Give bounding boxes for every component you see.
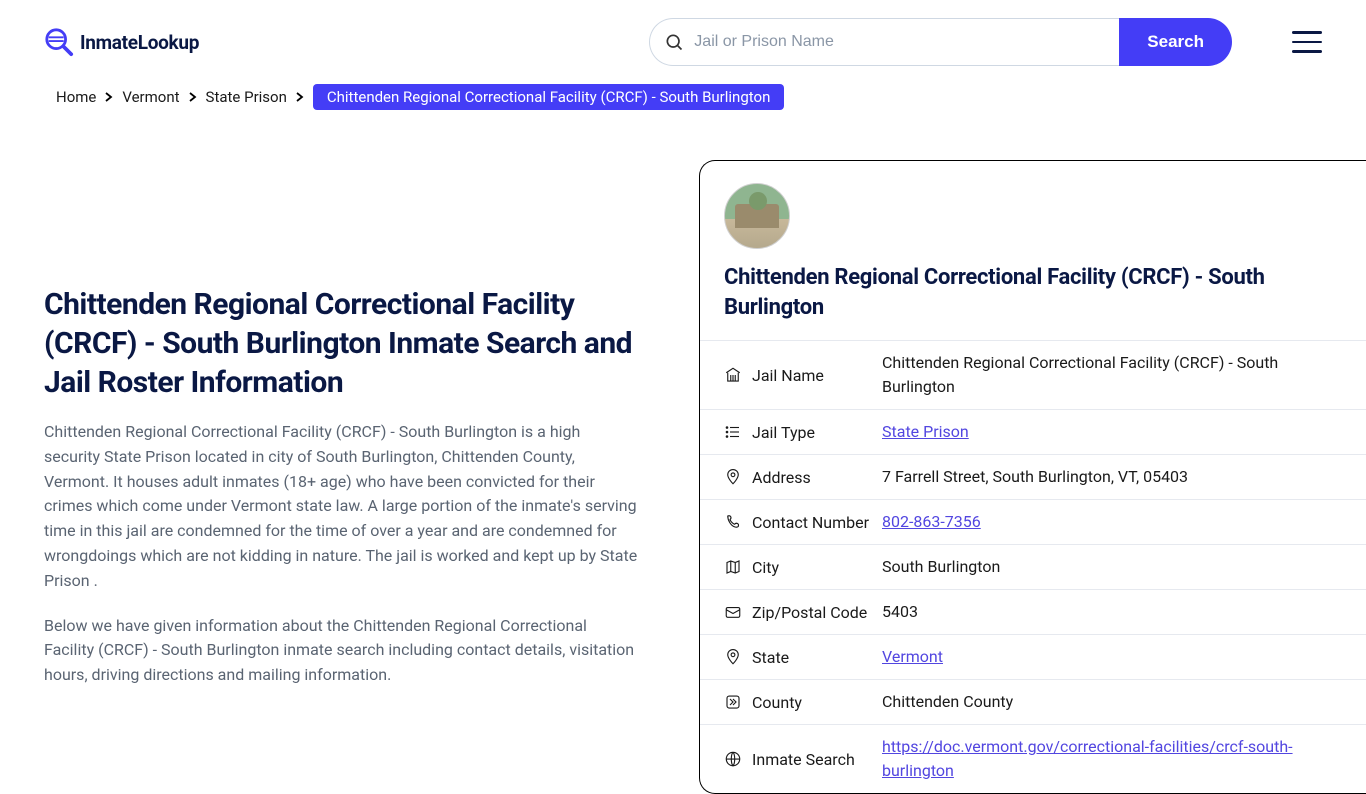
chevron-right-icon <box>291 92 309 102</box>
info-value: Chittenden Regional Correctional Facilit… <box>882 351 1342 399</box>
info-value-link[interactable]: https://doc.vermont.gov/correctional-fac… <box>882 735 1342 783</box>
info-row-contact: Contact Number 802-863-7356 <box>700 499 1366 544</box>
info-label: State <box>752 648 882 667</box>
info-label: Jail Type <box>752 423 882 442</box>
search-wrap: Search <box>649 18 1232 66</box>
header: InmateLookup Search <box>0 0 1366 84</box>
page-title: Chittenden Regional Correctional Facilit… <box>44 285 639 402</box>
paragraph: Chittenden Regional Correctional Facilit… <box>44 420 639 594</box>
chevron-right-icon <box>184 92 202 102</box>
search-glass-icon <box>44 27 74 57</box>
globe-icon <box>724 750 752 768</box>
search-icon <box>664 32 684 52</box>
building-icon <box>724 366 752 384</box>
logo-text: InmateLookup <box>80 31 199 54</box>
logo[interactable]: InmateLookup <box>44 27 199 57</box>
map-icon <box>724 558 752 576</box>
info-label: Jail Name <box>752 366 882 385</box>
info-row-city: City South Burlington <box>700 544 1366 589</box>
info-row-inmate-search: Inmate Search https://doc.vermont.gov/co… <box>700 724 1366 793</box>
facility-image <box>724 183 790 249</box>
info-value: Chittenden County <box>882 690 1342 714</box>
info-value-link[interactable]: 802-863-7356 <box>882 510 1342 534</box>
info-label: County <box>752 693 882 712</box>
info-value: South Burlington <box>882 555 1342 579</box>
breadcrumb-state-prison[interactable]: State Prison <box>206 88 287 106</box>
info-label: City <box>752 558 882 577</box>
info-label: Contact Number <box>752 513 882 532</box>
info-row-county: County Chittenden County <box>700 679 1366 724</box>
content: Chittenden Regional Correctional Facilit… <box>0 120 1366 794</box>
breadcrumb-current: Chittenden Regional Correctional Facilit… <box>313 84 785 110</box>
region-icon <box>724 693 752 711</box>
info-label: Zip/Postal Code <box>752 603 882 622</box>
info-row-jail-type: Jail Type State Prison <box>700 409 1366 454</box>
info-row-state: State Vermont <box>700 634 1366 679</box>
info-value-link[interactable]: Vermont <box>882 645 1342 669</box>
main-article: Chittenden Regional Correctional Facilit… <box>44 160 639 794</box>
card-header: Chittenden Regional Correctional Facilit… <box>700 183 1366 340</box>
info-value: 7 Farrell Street, South Burlington, VT, … <box>882 465 1342 489</box>
breadcrumb-vermont[interactable]: Vermont <box>122 88 179 106</box>
card-title: Chittenden Regional Correctional Facilit… <box>724 263 1342 322</box>
info-value: 5403 <box>882 600 1342 624</box>
location-icon <box>724 648 752 666</box>
chevron-right-icon <box>100 92 118 102</box>
paragraph: Below we have given information about th… <box>44 614 639 688</box>
info-panel: Chittenden Regional Correctional Facilit… <box>699 160 1366 794</box>
list-icon <box>724 423 752 441</box>
info-row-address: Address 7 Farrell Street, South Burlingt… <box>700 454 1366 499</box>
info-table: Jail Name Chittenden Regional Correction… <box>700 340 1366 793</box>
info-card: Chittenden Regional Correctional Facilit… <box>699 160 1366 794</box>
info-row-jail-name: Jail Name Chittenden Regional Correction… <box>700 340 1366 409</box>
mail-icon <box>724 603 752 621</box>
search-box <box>649 18 1119 66</box>
phone-icon <box>724 513 752 531</box>
info-label: Address <box>752 468 882 487</box>
search-button[interactable]: Search <box>1119 18 1232 66</box>
hamburger-icon[interactable] <box>1292 31 1322 53</box>
pin-icon <box>724 468 752 486</box>
info-row-zip: Zip/Postal Code 5403 <box>700 589 1366 634</box>
info-value-link[interactable]: State Prison <box>882 420 1342 444</box>
info-label: Inmate Search <box>752 750 882 769</box>
breadcrumb: Home Vermont State Prison Chittenden Reg… <box>0 84 1366 120</box>
search-input[interactable] <box>684 33 1105 51</box>
breadcrumb-home[interactable]: Home <box>56 88 96 106</box>
